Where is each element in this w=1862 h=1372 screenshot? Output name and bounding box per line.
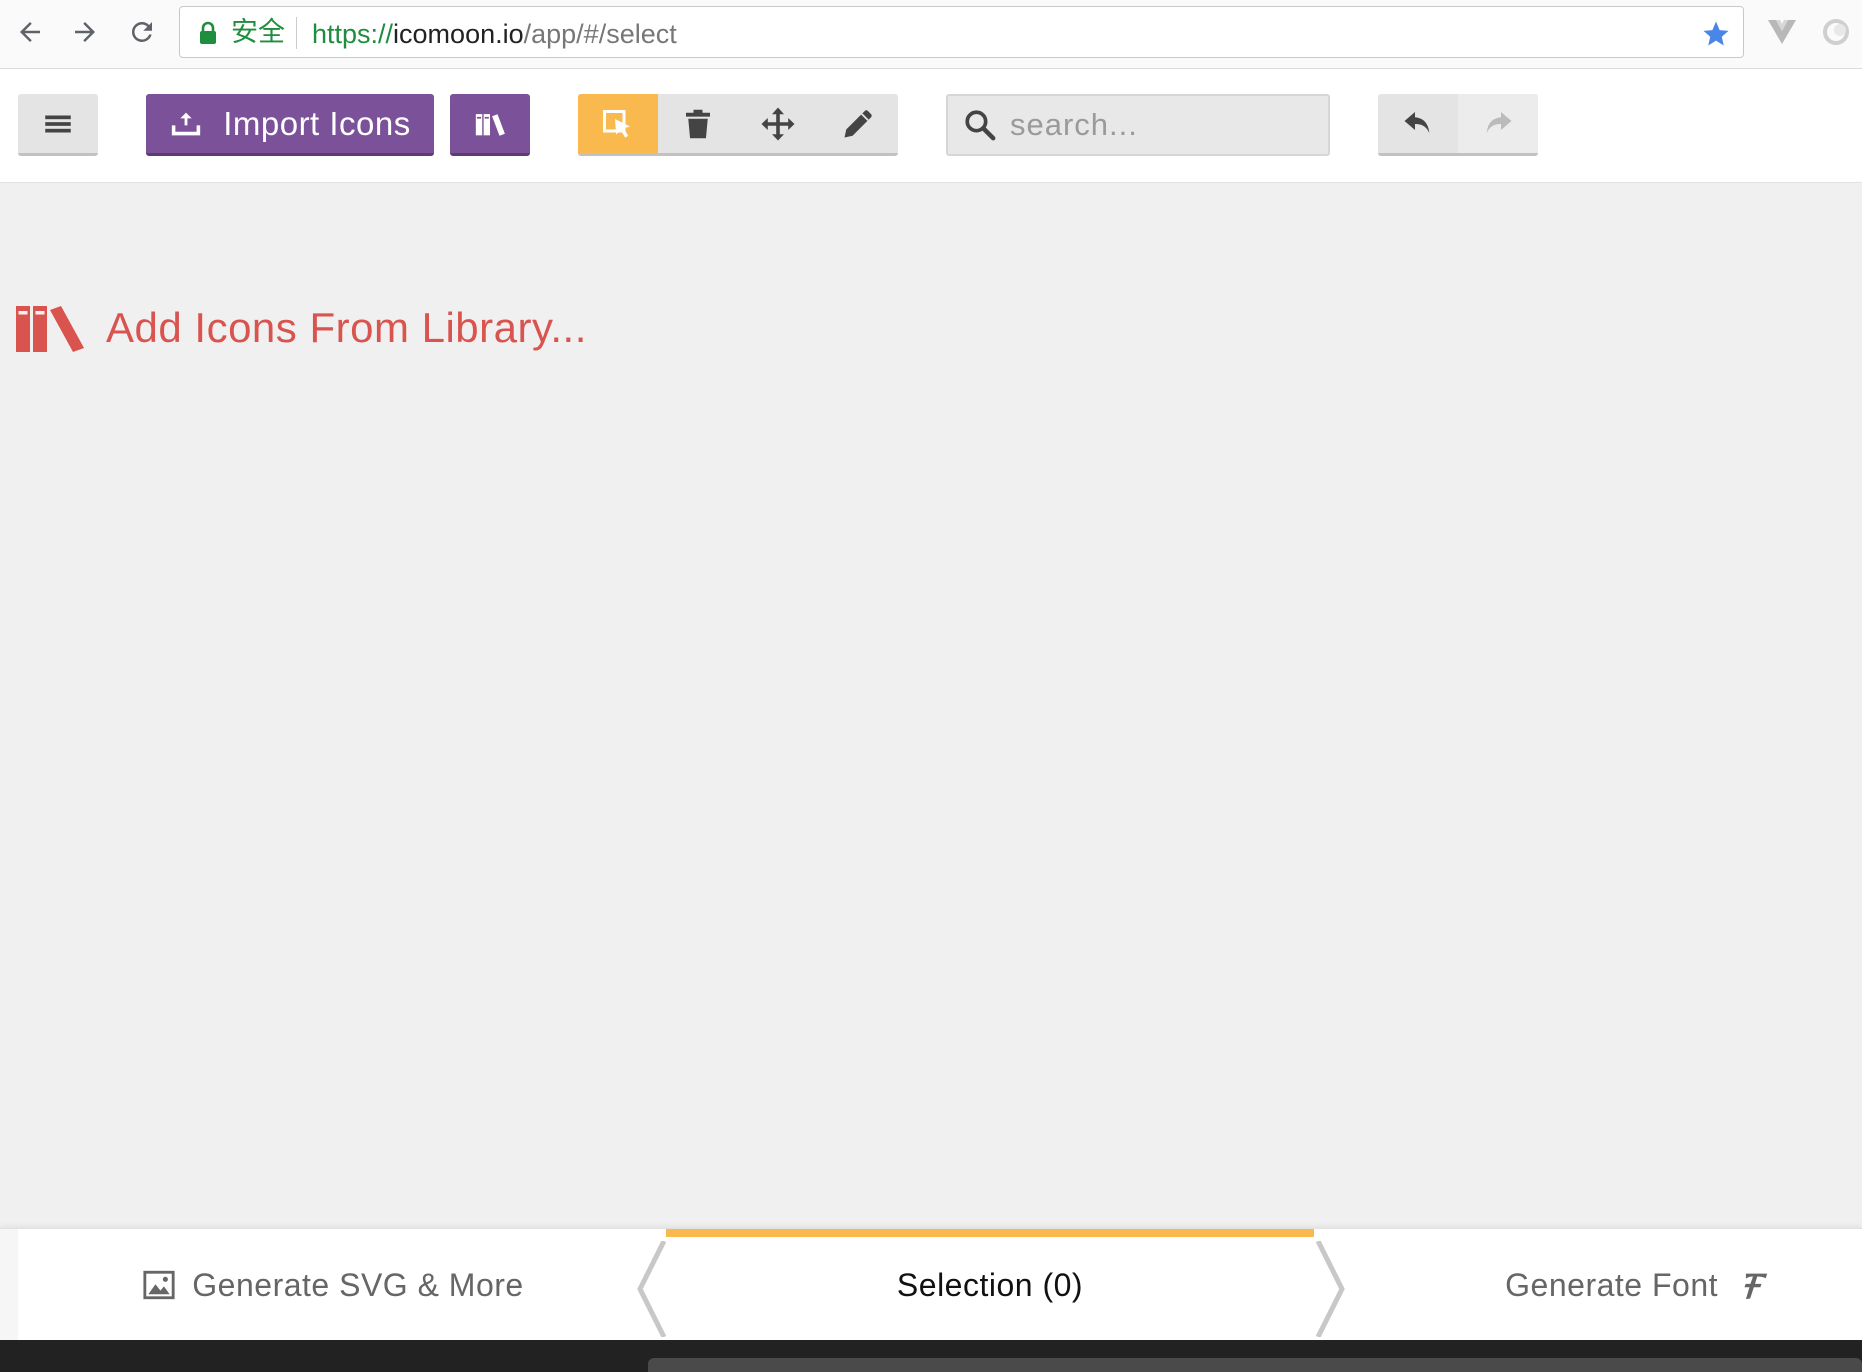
generate-font-label: Generate Font — [1505, 1266, 1718, 1303]
add-icons-from-library-label: Add Icons From Library... — [106, 304, 587, 351]
delete-tool-button[interactable] — [658, 94, 738, 153]
url-host: icomoon.io — [393, 19, 524, 49]
tab-generate-svg[interactable]: Generate SVG & More — [18, 1229, 648, 1341]
search-input[interactable] — [1010, 104, 1310, 146]
taskbar-window-strip — [648, 1358, 1862, 1372]
bookmark-star-icon[interactable] — [1701, 19, 1731, 49]
omnibox-divider — [296, 17, 297, 49]
select-tool-button[interactable] — [578, 94, 658, 153]
edit-tool-button[interactable] — [818, 94, 898, 153]
generate-svg-label: Generate SVG & More — [192, 1266, 524, 1303]
library-books-icon — [475, 113, 505, 136]
selection-label: Selection (0) — [896, 1266, 1084, 1303]
url-text[interactable]: https://icomoon.io/app/#/select — [312, 18, 677, 50]
font-icon — [1744, 1273, 1768, 1300]
tab-generate-font[interactable]: Generate Font — [1346, 1229, 1862, 1341]
url-scheme: https:// — [312, 19, 394, 49]
address-bar[interactable]: 安全 https://icomoon.io/app/#/select — [179, 6, 1744, 58]
os-taskbar-strip — [0, 1340, 1862, 1372]
app-toolbar: Import Icons — [0, 69, 1862, 183]
arrow-right-icon — [75, 22, 95, 42]
forward-button[interactable] — [65, 12, 105, 52]
menu-button[interactable] — [18, 94, 98, 156]
reload-icon — [131, 21, 152, 42]
vue-devtools-icon[interactable] — [1766, 16, 1798, 48]
import-icon — [172, 112, 201, 135]
add-icons-from-library-link[interactable]: Add Icons From Library... — [16, 302, 587, 354]
history-toolbar — [1378, 94, 1538, 156]
chevron-left-icon — [637, 1241, 666, 1337]
redo-button[interactable] — [1458, 94, 1538, 153]
move-arrows-icon — [761, 107, 795, 140]
lock-icon — [200, 21, 216, 44]
undo-button[interactable] — [1378, 94, 1458, 153]
edit-mode-toolbar — [578, 94, 898, 156]
hamburger-icon — [45, 115, 71, 132]
back-button[interactable] — [10, 12, 50, 52]
import-icons-button[interactable]: Import Icons — [146, 94, 434, 156]
icon-library-button[interactable] — [450, 94, 530, 156]
trash-icon — [686, 109, 710, 138]
main-workspace: Add Icons From Library... — [0, 184, 1862, 1228]
select-cursor-icon — [603, 110, 630, 138]
url-path: /app/#/select — [523, 19, 677, 49]
search-field[interactable] — [946, 94, 1330, 156]
extension-icon[interactable] — [1820, 16, 1852, 48]
import-icons-label: Import Icons — [223, 104, 411, 142]
bottom-left-edge — [0, 1229, 18, 1341]
secure-label: 安全 — [231, 17, 285, 48]
reload-button[interactable] — [122, 12, 162, 52]
arrow-left-icon — [20, 22, 40, 42]
undo-icon — [1404, 111, 1430, 133]
redo-icon — [1486, 111, 1512, 133]
tab-selection[interactable]: Selection (0) — [666, 1229, 1314, 1341]
move-tool-button[interactable] — [738, 94, 818, 153]
search-icon — [965, 110, 996, 141]
image-icon — [143, 1270, 175, 1300]
library-books-icon — [16, 306, 84, 352]
bottom-tab-bar: Generate SVG & More Selection (0) Genera… — [0, 1228, 1862, 1341]
pencil-icon — [844, 109, 872, 137]
chevron-right-icon — [1316, 1241, 1345, 1337]
browser-chrome: 安全 https://icomoon.io/app/#/select — [0, 0, 1862, 69]
